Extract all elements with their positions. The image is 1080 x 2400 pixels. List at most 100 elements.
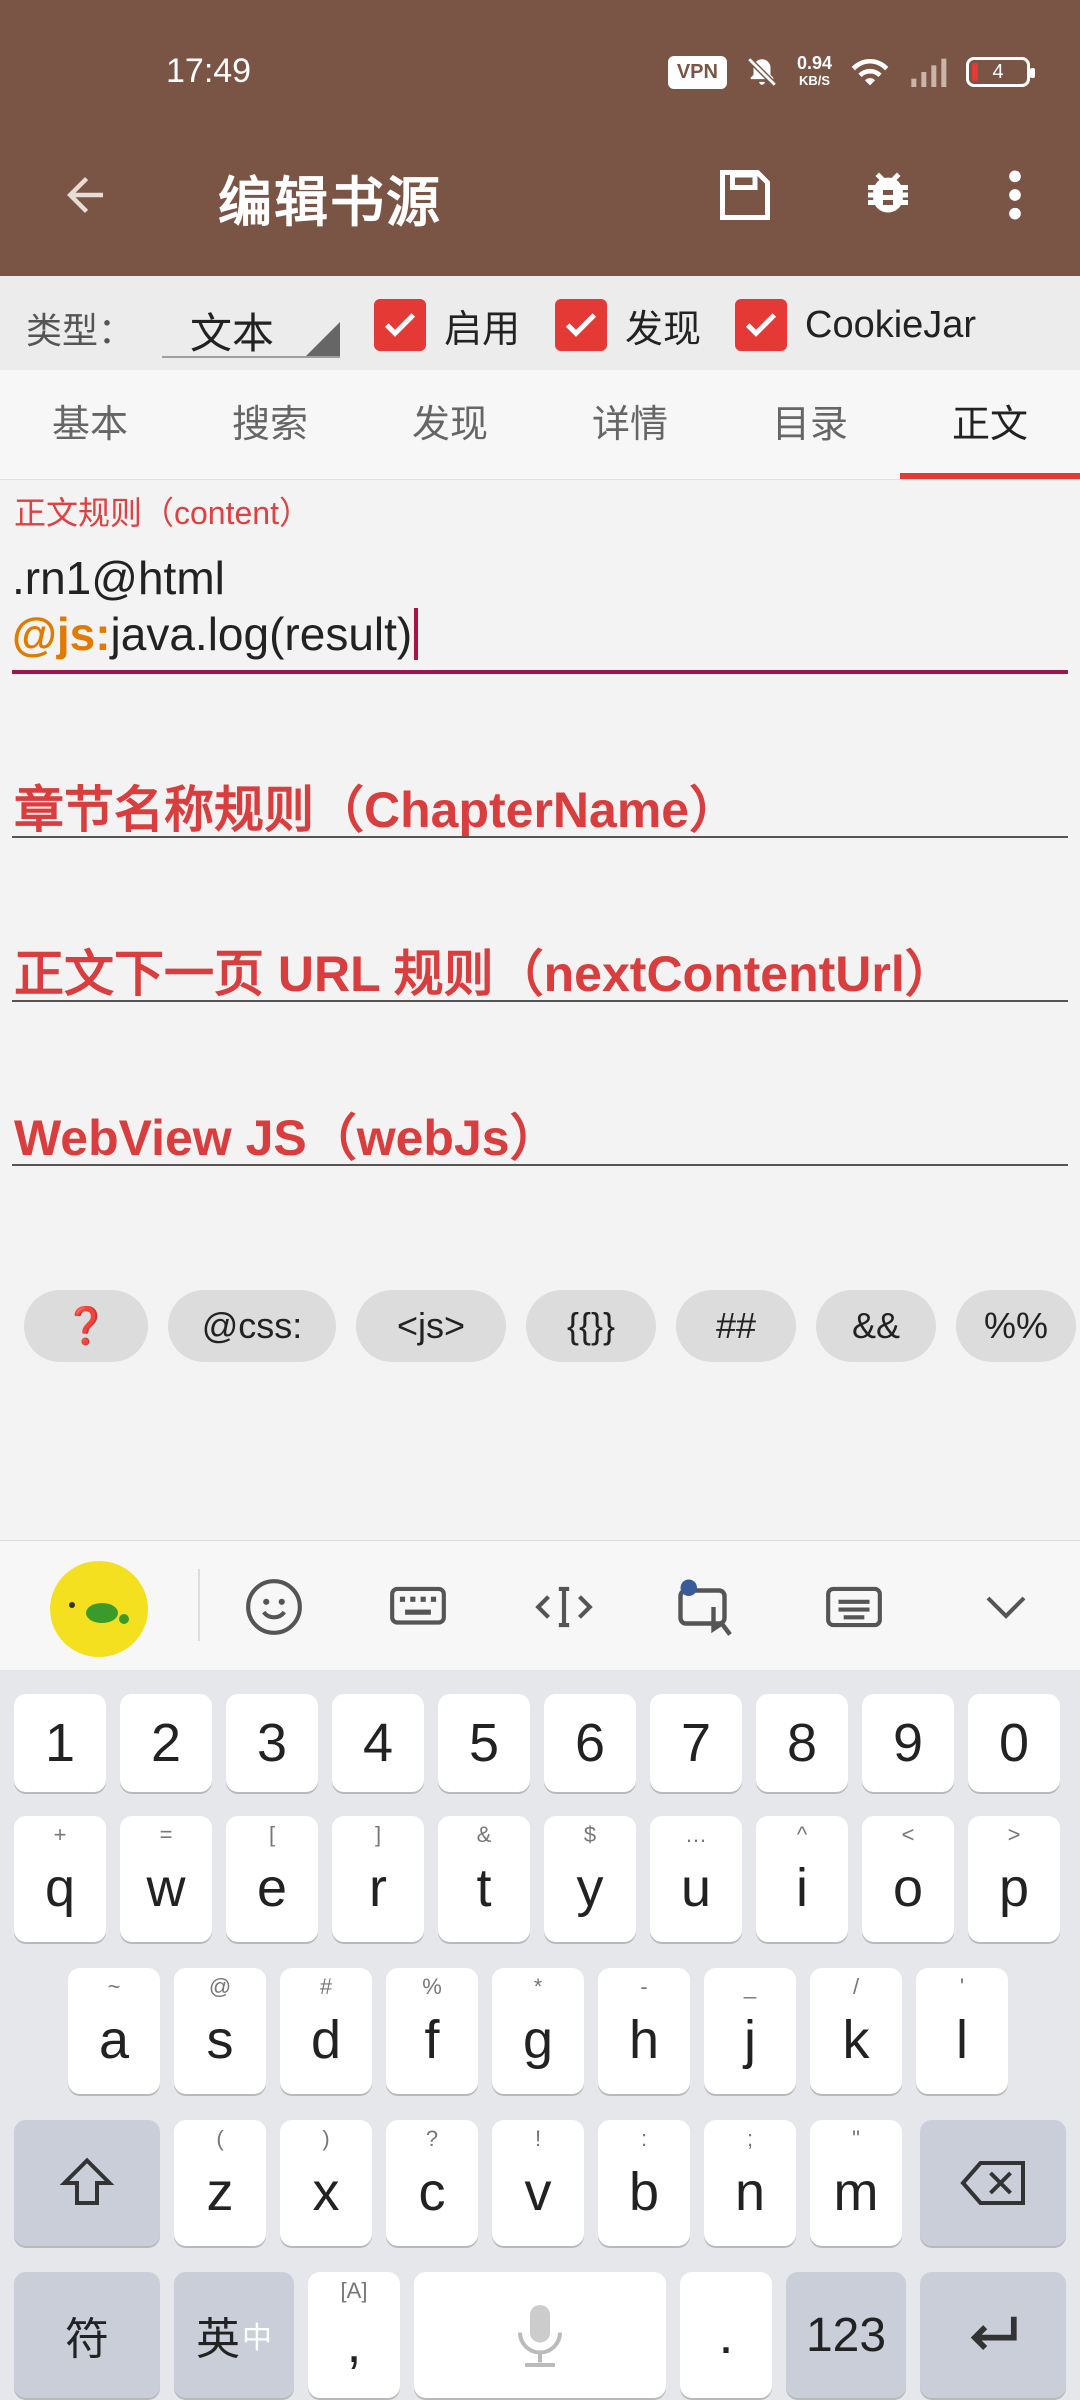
next-content-url-field[interactable]: 正文下一页 URL 规则（nextContentUrl） [14, 934, 955, 1006]
backspace-key[interactable] [920, 2120, 1066, 2246]
key-k[interactable]: / k [810, 1968, 902, 2094]
debug-button[interactable] [848, 155, 928, 235]
key-a[interactable]: ~ a [68, 1968, 160, 2094]
toolbar-divider [198, 1569, 200, 1641]
space-key[interactable] [414, 2272, 666, 2398]
key-char: j [744, 2010, 756, 2070]
key-4[interactable]: 4 [332, 1694, 424, 1792]
key-w[interactable]: = w [120, 1816, 212, 1942]
type-dropdown[interactable]: 文本 [162, 290, 340, 358]
checkbox-enabled[interactable]: 启用 [374, 298, 520, 352]
chapter-name-field[interactable]: 章节名称规则（ChapterName） [14, 770, 739, 842]
key-s[interactable]: @ s [174, 1968, 266, 2094]
key-n[interactable]: ; n [704, 2120, 796, 2246]
key-v[interactable]: ! v [492, 2120, 584, 2246]
css-chip[interactable]: @css: [168, 1290, 336, 1362]
shift-key[interactable] [14, 2120, 160, 2246]
content-rule-input[interactable]: .rn1@html @js:java.log(result) [12, 550, 419, 662]
key-alt-char: / [852, 1974, 860, 1999]
key-9[interactable]: 9 [862, 1694, 954, 1792]
key-alt-char: % [422, 1974, 442, 1999]
key-x[interactable]: ) x [280, 2120, 372, 2246]
key-z[interactable]: (z [174, 2120, 266, 2246]
save-button[interactable] [705, 155, 785, 235]
key-2[interactable]: 2 [120, 1694, 212, 1792]
key-e[interactable]: [e [226, 1816, 318, 1942]
key-char: t [476, 1858, 492, 1918]
webjs-field[interactable]: WebView JS（webJs） [14, 1098, 560, 1170]
cursor-move-icon[interactable] [528, 1571, 600, 1643]
key-t[interactable]: & t [438, 1816, 530, 1942]
percent-chip[interactable]: %% [956, 1290, 1076, 1362]
ime-logo-icon[interactable] [50, 1561, 148, 1657]
key-d[interactable]: # d [280, 1968, 372, 2094]
key-7[interactable]: 7 [650, 1694, 742, 1792]
js-prefix: @js: [12, 608, 111, 660]
tab-discover[interactable]: 发现 [360, 370, 540, 479]
emoji-icon[interactable] [238, 1571, 310, 1643]
key-6[interactable]: 6 [544, 1694, 636, 1792]
key-u[interactable]: … u [650, 1816, 742, 1942]
clipboard-touch-icon[interactable] [672, 1571, 744, 1643]
key-g[interactable]: * g [492, 1968, 584, 2094]
tab-search[interactable]: 搜索 [180, 370, 360, 479]
key-b[interactable]: :b [598, 2120, 690, 2246]
period-key[interactable]: . [680, 2272, 772, 2398]
key-5[interactable]: 5 [438, 1694, 530, 1792]
key-1[interactable]: 1 [14, 1694, 106, 1792]
lang-switch-key[interactable]: 英中 [174, 2272, 294, 2398]
braces-chip[interactable]: {{}} [526, 1290, 656, 1362]
key-alt-char: > [1007, 1822, 1021, 1847]
more-button[interactable] [975, 155, 1055, 235]
comma-key[interactable]: [A], [308, 2272, 400, 2398]
checkbox-cookiejar[interactable]: CookieJar [735, 298, 976, 352]
keyboard-layout-icon[interactable] [818, 1571, 890, 1643]
key-char: s [206, 2010, 234, 2070]
and-chip[interactable]: && [816, 1290, 936, 1362]
key-char: y [576, 1858, 604, 1918]
back-button[interactable] [50, 160, 120, 230]
key-alt-char: - [640, 1974, 648, 1999]
help-chip[interactable]: ❓ [24, 1290, 148, 1362]
key-alt-char: @ [208, 1974, 232, 1999]
keyboard-toolbar [0, 1540, 1080, 1670]
key-f[interactable]: % f [386, 1968, 478, 2094]
key-r[interactable]: ] r [332, 1816, 424, 1942]
key-l[interactable]: ' l [916, 1968, 1008, 2094]
key-c[interactable]: ? c [386, 2120, 478, 2246]
webjs-underline [12, 1164, 1068, 1166]
shift-icon [59, 2157, 115, 2205]
checkbox-discover[interactable]: 发现 [555, 298, 701, 352]
key-i[interactable]: ^ i [756, 1816, 848, 1942]
key-3[interactable]: 3 [226, 1694, 318, 1792]
key-o[interactable]: < o [862, 1816, 954, 1942]
js-chip[interactable]: <js> [356, 1290, 506, 1362]
key-char: f [424, 2010, 440, 2070]
keyboard-icon[interactable] [382, 1571, 454, 1643]
key-p[interactable]: > p [968, 1816, 1060, 1942]
key-0[interactable]: 0 [968, 1694, 1060, 1792]
tab-bar: 基本 搜索 发现 详情 目录 正文 [0, 370, 1080, 480]
key-j[interactable]: _ j [704, 1968, 796, 2094]
symbol-key[interactable]: 符 [14, 2272, 160, 2398]
chevron-down-icon[interactable] [970, 1571, 1042, 1643]
key-y[interactable]: $ y [544, 1816, 636, 1942]
hash-chip[interactable]: ## [676, 1290, 796, 1362]
tab-toc[interactable]: 目录 [720, 370, 900, 479]
tab-detail[interactable]: 详情 [540, 370, 720, 479]
key-alt-char: & [476, 1822, 492, 1847]
numeric-switch-key[interactable]: 123 [786, 2272, 906, 2398]
key-h[interactable]: -h [598, 1968, 690, 2094]
tab-content[interactable]: 正文 [900, 370, 1080, 479]
key-8[interactable]: 8 [756, 1694, 848, 1792]
tab-basic[interactable]: 基本 [0, 370, 180, 479]
key-char: b [628, 2162, 660, 2222]
key-alt-char: " [852, 2126, 860, 2151]
enter-key[interactable] [920, 2272, 1066, 2398]
key-q[interactable]: + q [14, 1816, 106, 1942]
key-m[interactable]: " m [810, 2120, 902, 2246]
key-alt-char: ( [216, 2126, 224, 2151]
key-alt-char: ^ [796, 1822, 808, 1847]
key-alt-char: ] [374, 1822, 382, 1847]
punct-toggle-icon: [A] [340, 2278, 368, 2303]
